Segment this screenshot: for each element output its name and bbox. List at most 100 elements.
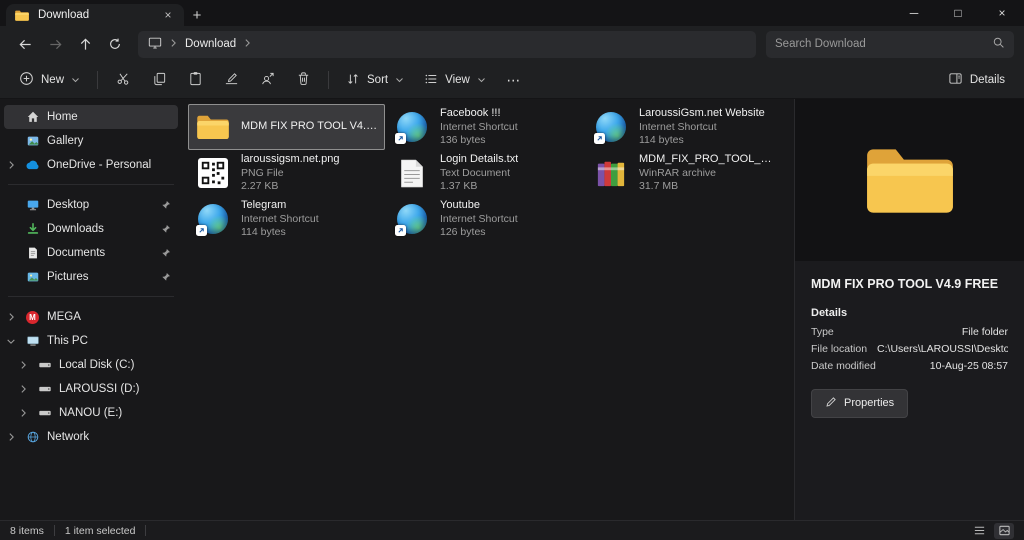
titlebar: Download × + ─ □ × (0, 0, 1024, 26)
file-tile-mdm-fix-pro-tool-v4-9-7z[interactable]: MDM_FIX_PRO_TOOL_V4.9.7zWinRAR archive31… (586, 150, 783, 196)
copy-button[interactable] (142, 66, 176, 94)
file-size: 136 bytes (440, 134, 518, 147)
forward-button[interactable] (40, 30, 70, 58)
file-size: 1.37 KB (440, 180, 518, 193)
new-button[interactable]: New (10, 66, 89, 94)
chevron-right-icon[interactable] (4, 312, 18, 322)
refresh-button[interactable] (100, 30, 130, 58)
sidebar-item-pictures[interactable]: Pictures (4, 265, 178, 289)
details-panel-icon (948, 71, 963, 89)
chevron-down-icon[interactable] (4, 338, 18, 345)
more-options-button[interactable]: ⋯ (497, 66, 531, 94)
properties-button-label: Properties (844, 397, 894, 409)
search-input[interactable] (775, 38, 986, 50)
sidebar-item-desktop[interactable]: Desktop (4, 193, 178, 217)
text-icon (393, 158, 431, 189)
file-tile-telegram[interactable]: TelegramInternet Shortcut114 bytes (188, 196, 385, 242)
minimize-button[interactable]: ─ (892, 0, 936, 26)
folder-icon (194, 112, 232, 142)
file-name: Youtube (440, 199, 518, 213)
search-box[interactable] (766, 31, 1014, 58)
file-tile-text: Login Details.txtText Document1.37 KB (440, 153, 518, 192)
sidebar-item-label: Network (47, 431, 178, 443)
sort-button[interactable]: Sort (337, 66, 413, 94)
properties-button[interactable]: Properties (811, 389, 908, 418)
file-tile-login-details-txt[interactable]: Login Details.txtText Document1.37 KB (387, 150, 584, 196)
paste-button[interactable] (178, 66, 212, 94)
chevron-right-icon[interactable] (4, 160, 18, 170)
share-button[interactable] (250, 66, 284, 94)
details-row-value: File folder (962, 326, 1008, 338)
details-row-label: File location (811, 343, 867, 355)
sidebar-item-nanou-e[interactable]: NANOU (E:) (4, 401, 178, 425)
details-toggle-label: Details (970, 74, 1005, 86)
file-tile-facebook[interactable]: Facebook !!!Internet Shortcut136 bytes (387, 104, 584, 150)
thumbnail-view-icon[interactable] (994, 523, 1014, 539)
file-size: 114 bytes (639, 134, 765, 147)
file-tile-mdm-fix-pro-tool-v4-9-free[interactable]: MDM FIX PRO TOOL V4.9 FREE (188, 104, 385, 150)
file-name: Telegram (241, 199, 319, 213)
tab-close-icon[interactable]: × (160, 7, 176, 23)
edge-icon (592, 112, 630, 142)
maximize-button[interactable]: □ (936, 0, 980, 26)
file-list-area[interactable]: MDM FIX PRO TOOL V4.9 FREEFacebook !!!In… (182, 99, 794, 520)
drive-icon (36, 382, 53, 396)
file-tile-youtube[interactable]: YoutubeInternet Shortcut126 bytes (387, 196, 584, 242)
details-section-heading: Details (795, 301, 1024, 324)
chevron-right-icon[interactable] (4, 432, 18, 442)
rename-button[interactable] (214, 66, 248, 94)
sidebar-item-mega[interactable]: MMEGA (4, 305, 178, 329)
cut-button[interactable] (106, 66, 140, 94)
winrar-icon (592, 158, 630, 188)
sidebar-item-gallery[interactable]: Gallery (4, 129, 178, 153)
list-view-icon[interactable] (969, 523, 989, 539)
sidebar-item-home[interactable]: Home (4, 105, 178, 129)
sidebar-item-label: Desktop (47, 199, 155, 211)
chevron-right-icon[interactable] (16, 360, 30, 370)
back-button[interactable] (10, 30, 40, 58)
details-row-value: 10-Aug-25 08:57 (930, 360, 1008, 372)
chevron-right-icon[interactable] (16, 384, 30, 394)
sidebar-item-laroussi-d[interactable]: LAROUSSI (D:) (4, 377, 178, 401)
sidebar-item-label: This PC (47, 335, 178, 347)
file-size: 114 bytes (241, 226, 319, 239)
gallery-icon (24, 134, 41, 148)
edge-icon (194, 204, 232, 234)
file-tile-laroussigsm-net-website[interactable]: LaroussiGsm.net WebsiteInternet Shortcut… (586, 104, 783, 150)
chevron-right-icon[interactable] (16, 408, 30, 418)
up-button[interactable] (70, 30, 100, 58)
sidebar-item-local-disk-c[interactable]: Local Disk (C:) (4, 353, 178, 377)
navigation-pane: Home GalleryOneDrive - Personal Desktop Dow… (0, 99, 182, 520)
copy-icon (152, 71, 167, 89)
breadcrumb-item[interactable]: Download (185, 38, 236, 50)
sidebar-item-this-pc[interactable]: This PC (4, 329, 178, 353)
ellipsis-icon: ⋯ (506, 72, 521, 89)
documents-icon (24, 246, 41, 260)
search-icon (992, 36, 1005, 52)
close-button[interactable]: × (980, 0, 1024, 26)
details-toggle-button[interactable]: Details (939, 66, 1014, 94)
address-bar[interactable]: Download (138, 31, 756, 58)
pin-icon (161, 248, 171, 258)
file-type: WinRAR archive (639, 167, 777, 180)
delete-button[interactable] (286, 66, 320, 94)
file-type: Text Document (440, 167, 518, 180)
folder-icon (861, 139, 959, 221)
new-tab-button[interactable]: + (184, 4, 210, 26)
sidebar-item-label: Documents (47, 247, 155, 259)
file-tile-text: LaroussiGsm.net WebsiteInternet Shortcut… (639, 107, 765, 146)
sidebar-item-label: Home (47, 111, 178, 123)
qr-icon (194, 158, 232, 188)
sidebar-item-network[interactable]: Network (4, 425, 178, 449)
file-tile-laroussigsm-net-png[interactable]: laroussigsm.net.pngPNG File2.27 KB (188, 150, 385, 196)
preview-area (795, 99, 1024, 261)
status-separator (145, 525, 146, 536)
sidebar-item-downloads[interactable]: Downloads (4, 217, 178, 241)
sidebar-item-onedrive-personal[interactable]: OneDrive - Personal (4, 153, 178, 177)
explorer-tab[interactable]: Download × (6, 4, 184, 26)
sidebar-item-documents[interactable]: Documents (4, 241, 178, 265)
view-button[interactable]: View (415, 66, 495, 94)
file-name: LaroussiGsm.net Website (639, 107, 765, 121)
chevron-down-icon (477, 74, 486, 86)
home-icon (24, 110, 41, 124)
